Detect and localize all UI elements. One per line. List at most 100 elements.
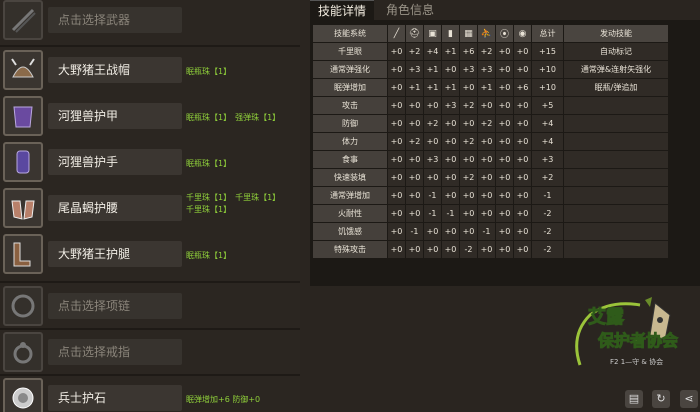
save-icon[interactable]: ▤ bbox=[625, 390, 643, 408]
decoration-label: 千里珠【1】 bbox=[235, 193, 281, 202]
skill-point-cell: +0 bbox=[460, 151, 477, 168]
chest-armor-icon[interactable] bbox=[3, 96, 43, 136]
skill-system-name: 防御 bbox=[313, 115, 387, 132]
equipment-slot[interactable]: 尾晶蝎护腰 千里珠【1】 千里珠【1】 千里珠【1】 bbox=[0, 188, 300, 234]
active-skill-cell bbox=[564, 151, 668, 168]
skill-point-cell: +0 bbox=[496, 115, 513, 132]
equipment-slot[interactable]: 河狸兽护甲 眠瓶珠【1】 强弹珠【1】 bbox=[0, 96, 300, 142]
active-skill-cell: 自动标记 bbox=[564, 43, 668, 60]
waist-armor-icon[interactable] bbox=[3, 188, 43, 228]
skill-point-cell: +6 bbox=[460, 43, 477, 60]
equipment-slot[interactable]: 点击选择戒指 bbox=[0, 332, 300, 378]
equipment-name[interactable]: 河狸兽护手 bbox=[48, 149, 182, 175]
active-skill-cell: 通常弹&连射矢强化 bbox=[564, 61, 668, 78]
table-row: 通常弹强化 +0 +3 +1 +0 +3 +3 +0 +0 +10 通常弹&连射矢强化 bbox=[313, 61, 668, 78]
skill-total-cell: -2 bbox=[532, 241, 563, 258]
skill-total-cell: -2 bbox=[532, 205, 563, 222]
skill-system-name: 食事 bbox=[313, 151, 387, 168]
skill-point-cell: +0 bbox=[496, 151, 513, 168]
share-icon[interactable]: ⋖ bbox=[680, 390, 698, 408]
decoration-label: 千里珠【1】 bbox=[186, 205, 232, 214]
equipment-slot[interactable]: 大野猪王战帽 眠瓶珠【1】 bbox=[0, 50, 300, 96]
skill-point-cell: +3 bbox=[460, 61, 477, 78]
table-row: 眠弹增加 +0 +1 +1 +1 +0 +1 +0 +6 +10 眠瓶/弹追加 bbox=[313, 79, 668, 96]
skill-point-cell: +0 bbox=[442, 187, 459, 204]
necklace-icon[interactable] bbox=[3, 286, 43, 326]
helmet-col-icon: ⛑ bbox=[406, 25, 423, 42]
skill-system-name: 快速装填 bbox=[313, 169, 387, 186]
tab-skill-details[interactable]: 技能详情 bbox=[310, 0, 375, 20]
equipment-name[interactable]: 大野猪王护腿 bbox=[48, 241, 182, 267]
table-row: 饥饿感 +0 -1 +0 +0 +0 -1 +0 +0 -2 bbox=[313, 223, 668, 240]
active-skill-cell bbox=[564, 205, 668, 222]
weapon-icon[interactable] bbox=[3, 0, 43, 40]
decoration-skills: 眠瓶珠【1】 强弹珠【1】 bbox=[186, 112, 284, 124]
logo-title-1: 艾露 bbox=[588, 307, 625, 329]
active-skill-cell bbox=[564, 241, 668, 258]
table-row: 防御 +0 +0 +2 +0 +0 +2 +0 +0 +4 bbox=[313, 115, 668, 132]
gauntlet-icon[interactable] bbox=[3, 142, 43, 182]
skill-total-cell: +4 bbox=[532, 115, 563, 132]
decoration-skills: 眠瓶珠【1】 bbox=[186, 158, 235, 170]
skill-point-cell: +2 bbox=[478, 43, 495, 60]
charm-icon[interactable] bbox=[3, 378, 43, 412]
decoration-label: 千里珠【1】 bbox=[186, 193, 232, 202]
skill-point-cell: +0 bbox=[496, 79, 513, 96]
leg-armor-icon[interactable] bbox=[3, 234, 43, 274]
select-equipment-button[interactable]: 点击选择项链 bbox=[48, 293, 182, 319]
skill-point-cell: +0 bbox=[442, 61, 459, 78]
divider bbox=[0, 281, 300, 283]
skill-total-cell: +10 bbox=[532, 79, 563, 96]
refresh-icon[interactable]: ↻ bbox=[652, 390, 670, 408]
skill-point-cell: +0 bbox=[496, 205, 513, 222]
equipment-slot[interactable]: 大野猪王护腿 眠瓶珠【1】 bbox=[0, 234, 300, 280]
skill-system-name: 火耐性 bbox=[313, 205, 387, 222]
divider bbox=[0, 45, 300, 47]
skill-point-cell: +0 bbox=[514, 61, 531, 78]
skill-point-cell: +0 bbox=[442, 169, 459, 186]
equipment-name[interactable]: 尾晶蝎护腰 bbox=[48, 195, 182, 221]
skill-total-cell: +4 bbox=[532, 133, 563, 150]
chest-col-icon: ▣ bbox=[424, 25, 441, 42]
skill-point-cell: +0 bbox=[388, 133, 405, 150]
skill-point-cell: -2 bbox=[460, 241, 477, 258]
skill-point-cell: +0 bbox=[388, 241, 405, 258]
equipment-slot[interactable]: 点击选择武器 bbox=[0, 0, 300, 46]
equipment-name[interactable]: 兵士护石 bbox=[48, 385, 182, 411]
equipment-name[interactable]: 大野猪王战帽 bbox=[48, 57, 182, 83]
active-skill-cell bbox=[564, 169, 668, 186]
skill-point-cell: +0 bbox=[514, 205, 531, 222]
necklace-col-icon: ⦿ bbox=[496, 25, 513, 42]
skill-point-cell: +0 bbox=[496, 241, 513, 258]
select-equipment-button[interactable]: 点击选择武器 bbox=[48, 7, 182, 33]
skill-point-cell: +0 bbox=[406, 187, 423, 204]
equipment-name[interactable]: 河狸兽护甲 bbox=[48, 103, 182, 129]
equipment-slot[interactable]: 兵士护石 眠弹增加+6 防御+0 bbox=[0, 378, 300, 412]
skill-point-cell: +0 bbox=[514, 115, 531, 132]
ring-col-icon: ◉ bbox=[514, 25, 531, 42]
active-skill-cell bbox=[564, 97, 668, 114]
skill-point-cell: +0 bbox=[406, 169, 423, 186]
helmet-icon[interactable] bbox=[3, 50, 43, 90]
skill-point-cell: +0 bbox=[388, 187, 405, 204]
skill-point-cell: +0 bbox=[514, 43, 531, 60]
equipment-slot[interactable]: 点击选择项链 bbox=[0, 286, 300, 332]
decoration-skills: 眠瓶珠【1】 bbox=[186, 250, 235, 262]
tab-character-info[interactable]: 角色信息 bbox=[378, 0, 442, 20]
skill-point-cell: +0 bbox=[406, 205, 423, 222]
skill-point-cell: +0 bbox=[460, 115, 477, 132]
skill-total-cell: +2 bbox=[532, 169, 563, 186]
skill-point-cell: +0 bbox=[478, 187, 495, 204]
skill-point-cell: +4 bbox=[424, 43, 441, 60]
skill-total-cell: +10 bbox=[532, 61, 563, 78]
ring-icon[interactable] bbox=[3, 332, 43, 372]
header-total: 总计 bbox=[532, 25, 563, 42]
equipment-slot[interactable]: 河狸兽护手 眠瓶珠【1】 bbox=[0, 142, 300, 188]
active-skill-cell bbox=[564, 115, 668, 132]
decoration-skills: 眠弹增加+6 防御+0 bbox=[186, 394, 264, 406]
skill-point-cell: +0 bbox=[496, 61, 513, 78]
decoration-label: 眠瓶珠【1】 bbox=[186, 251, 232, 260]
skill-table-panel: 技能系统 ╱ ⛑ ▣ ▮ ▦ ⛹ ⦿ ◉ 总计 发动技能 千里眼 +0 +2 +4 +1 +6 +2 +0 +0 +1… bbox=[310, 20, 700, 286]
decoration-label: 眠弹增加+6 防御+0 bbox=[186, 395, 261, 404]
select-equipment-button[interactable]: 点击选择戒指 bbox=[48, 339, 182, 365]
